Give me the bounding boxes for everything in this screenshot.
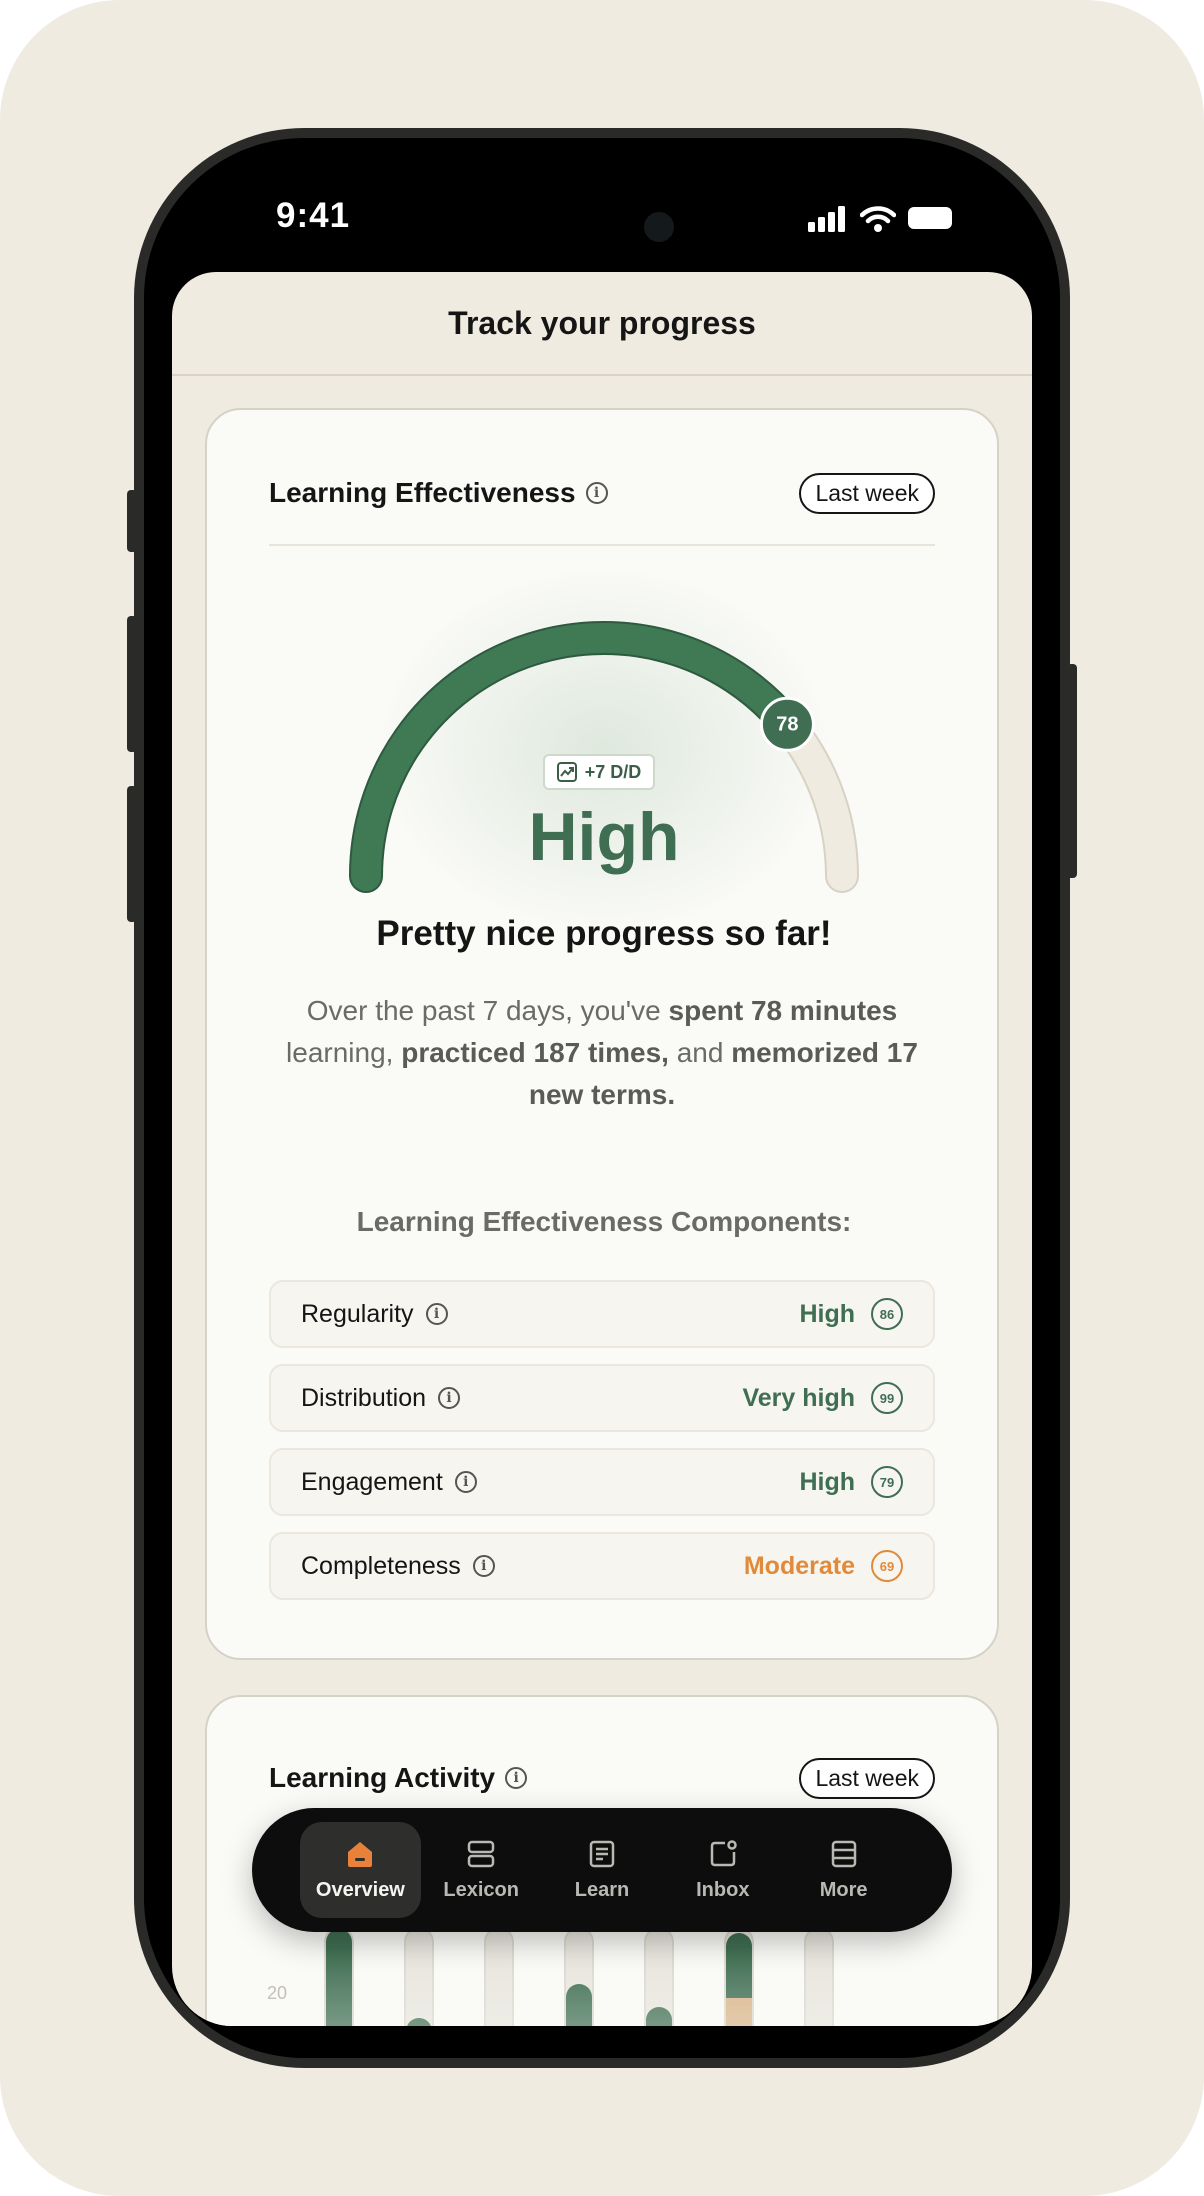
component-level: Moderate — [743, 1551, 855, 1580]
cards-icon — [467, 1840, 495, 1867]
gauge-score: 78 — [776, 713, 798, 735]
screen-header: Track your progress — [172, 272, 1032, 376]
nav-label: Overview — [315, 1878, 405, 1901]
nav-item-overview[interactable]: Overview — [300, 1822, 421, 1918]
signal-icon — [808, 206, 845, 232]
battery-icon — [908, 207, 952, 229]
wifi-icon — [860, 206, 896, 232]
progress-headline: Pretty nice progress so far! — [376, 914, 832, 953]
progress-summary: Over the past 7 days, you've spent 78 mi… — [286, 995, 918, 1110]
components-list: Regularity i High 86 Distribution i Very… — [269, 1280, 935, 1600]
activity-title: Learning Activity — [269, 1762, 496, 1793]
app-screen: Track your progress Learning Effectivene… — [172, 272, 1032, 2026]
component-score: 99 — [871, 1382, 903, 1414]
status-icons — [808, 204, 954, 234]
nav-label: Learn — [574, 1878, 630, 1901]
gauge-score-knob: 78 — [759, 696, 815, 752]
nav-item-lexicon[interactable]: Lexicon — [421, 1822, 542, 1918]
component-score: 69 — [871, 1550, 903, 1582]
trend-up-icon — [556, 762, 577, 782]
components-title: Learning Effectiveness Components: — [356, 1206, 852, 1237]
fade-overlay — [207, 1947, 997, 2026]
inbox-icon — [710, 1839, 737, 1866]
component-name: Distribution — [301, 1383, 427, 1412]
effectiveness-level: High — [528, 799, 680, 875]
nav-label: More — [819, 1878, 868, 1901]
menu-icon — [831, 1840, 856, 1867]
bottom-nav: Overview Lexicon Learn Inbox More — [252, 1808, 952, 1932]
component-name: Completeness — [301, 1551, 461, 1580]
trend-value: +7 D/D — [584, 761, 642, 782]
document-icon — [589, 1840, 615, 1867]
status-time: 9:41 — [276, 196, 351, 235]
nav-label: Lexicon — [443, 1878, 519, 1901]
component-name: Regularity — [301, 1299, 414, 1328]
component-level: High — [799, 1467, 855, 1496]
info-icon[interactable]: i — [425, 1303, 448, 1325]
component-row-completeness[interactable]: Completeness i Moderate 69 — [269, 1532, 935, 1600]
component-name: Engagement — [301, 1467, 443, 1496]
info-icon[interactable]: i — [472, 1555, 495, 1577]
period-selector[interactable]: Last week — [799, 1757, 935, 1799]
nav-item-inbox[interactable]: Inbox — [662, 1822, 783, 1918]
component-score: 86 — [871, 1298, 903, 1330]
component-row-distribution[interactable]: Distribution i Very high 99 — [269, 1364, 935, 1432]
nav-item-learn[interactable]: Learn — [542, 1822, 663, 1918]
component-score: 79 — [871, 1466, 903, 1498]
component-level: High — [799, 1299, 855, 1328]
effectiveness-card: Learning Effectiveness i Last week 78 +7 — [205, 408, 999, 1660]
component-row-regularity[interactable]: Regularity i High 86 — [269, 1280, 935, 1348]
nav-label: Inbox — [696, 1878, 750, 1901]
info-icon[interactable]: i — [505, 1767, 528, 1789]
component-row-engagement[interactable]: Engagement i High 79 — [269, 1448, 935, 1516]
nav-item-more[interactable]: More — [783, 1822, 904, 1918]
trend-badge: +7 D/D — [543, 754, 655, 790]
page-title: Track your progress — [448, 304, 756, 341]
front-camera — [644, 212, 674, 242]
info-icon[interactable]: i — [454, 1471, 477, 1493]
home-icon — [348, 1841, 373, 1867]
component-level: Very high — [742, 1383, 855, 1412]
info-icon[interactable]: i — [438, 1387, 461, 1409]
